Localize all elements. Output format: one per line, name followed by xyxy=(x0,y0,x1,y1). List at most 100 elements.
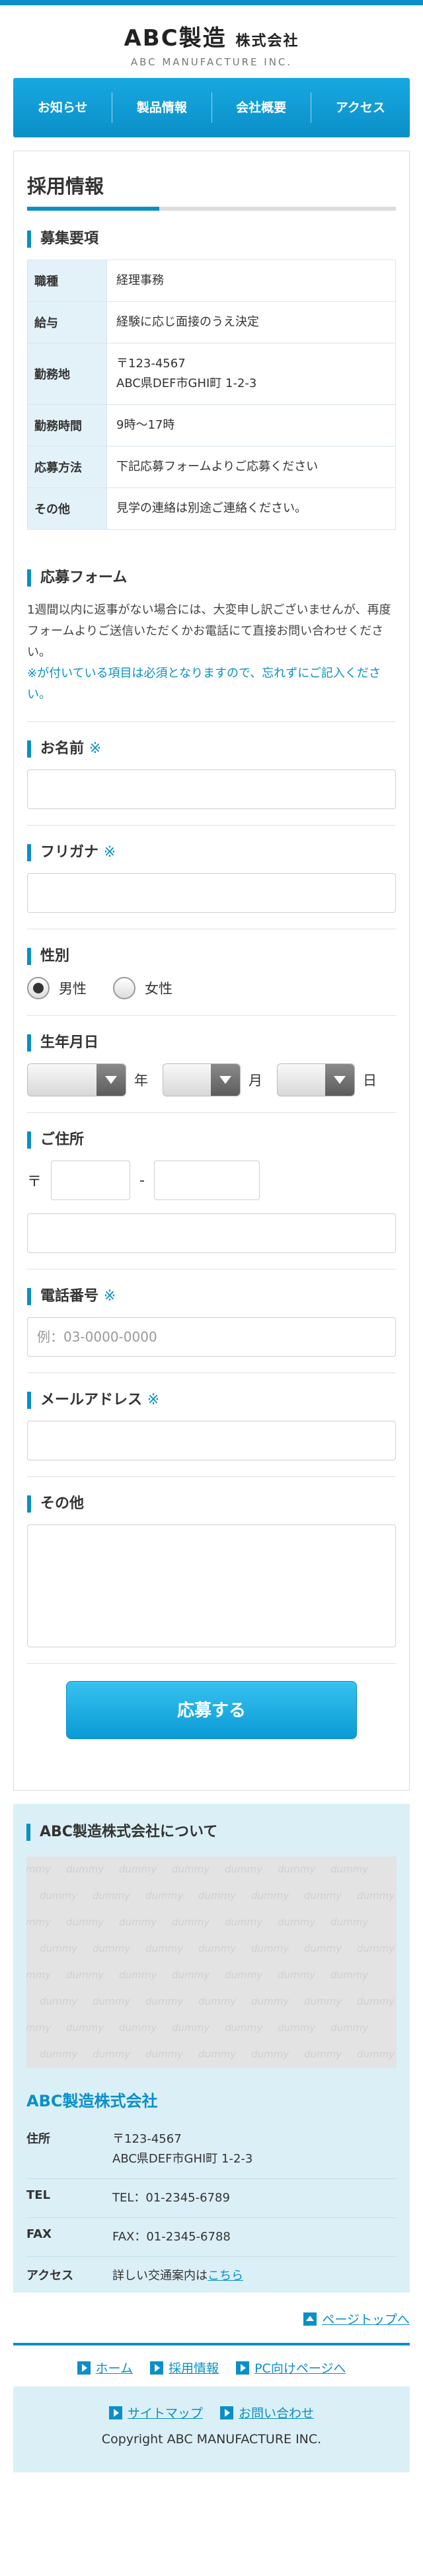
dummy-watermark-text: dummy xyxy=(93,1890,131,1902)
top-accent-bar xyxy=(0,0,423,5)
footer-link-sitemap[interactable]: サイトマップ xyxy=(108,2406,203,2421)
name-input[interactable] xyxy=(27,769,396,809)
dummy-watermark-text: dummy xyxy=(40,1890,78,1902)
address-input[interactable] xyxy=(27,1213,396,1253)
row-label: 住所 xyxy=(26,2120,112,2179)
dummy-watermark-text: dummy xyxy=(330,1969,369,1981)
row-label: 職種 xyxy=(27,260,107,302)
dummy-watermark-text: dummy xyxy=(66,2022,104,2034)
birthdate-label: 生年月日 xyxy=(27,1034,396,1052)
dummy-watermark-text: dummy xyxy=(251,1890,289,1902)
footer-nav-recruit[interactable]: 採用情報 xyxy=(150,2361,219,2376)
chevron-down-icon[interactable] xyxy=(325,1064,354,1096)
company-heading: ABC製造株式会社について xyxy=(26,1824,397,1841)
birth-year-select[interactable] xyxy=(27,1063,126,1096)
row-label: 勤務地 xyxy=(27,343,107,405)
dummy-watermark-text: dummy xyxy=(357,2048,395,2060)
dummy-watermark-text: dummy xyxy=(145,1890,184,1902)
dummy-watermark-text: dummy xyxy=(172,1916,210,1928)
gender-label: 性別 xyxy=(27,948,396,965)
email-field-group: メールアドレス ※ xyxy=(27,1373,396,1460)
gender-radio-female[interactable]: 女性 xyxy=(113,977,173,999)
gender-radio-male[interactable]: 男性 xyxy=(27,977,87,999)
postal-separator: - xyxy=(139,1172,145,1189)
chevron-down-icon[interactable] xyxy=(211,1064,240,1096)
name-label: お名前 ※ xyxy=(27,740,396,758)
table-row: 住所 〒123-4567 ABC県DEF市GHI町 1-2-3 xyxy=(26,2120,397,2179)
requirements-heading: 募集要項 xyxy=(27,231,396,248)
row-value: 〒123-4567 ABC県DEF市GHI町 1-2-3 xyxy=(106,343,396,405)
access-link[interactable]: こちら xyxy=(208,2269,243,2283)
birth-month-select[interactable] xyxy=(163,1063,241,1096)
submit-area: 応募する xyxy=(27,1663,396,1739)
dummy-watermark-text: dummy xyxy=(26,1863,52,1875)
submit-button[interactable]: 応募する xyxy=(66,1681,357,1739)
gender-field-group: 性別 男性 女性 xyxy=(27,929,396,999)
dummy-watermark-text: dummy xyxy=(172,1969,210,1981)
site-logo[interactable]: ABC製造 株式会社 ABC MANUFACTURE INC. xyxy=(0,5,423,78)
postal-code-1-input[interactable] xyxy=(51,1161,131,1200)
address-label: ご住所 xyxy=(27,1131,396,1149)
footer-nav: ホーム 採用情報 PC向けページへ xyxy=(13,2343,410,2382)
company-info-table: 住所 〒123-4567 ABC県DEF市GHI町 1-2-3 TEL TEL：01-… xyxy=(26,2120,397,2295)
address-line: ABC県DEF市GHI町 1-2-3 xyxy=(116,376,257,390)
dummy-watermark-text: dummy xyxy=(172,2022,210,2034)
nav-item-news[interactable]: お知らせ xyxy=(13,92,112,123)
nav-item-company[interactable]: 会社概要 xyxy=(211,92,311,123)
dummy-watermark-text: dummy xyxy=(119,1916,157,1928)
row-label: 応募方法 xyxy=(27,446,107,488)
nav-item-access[interactable]: アクセス xyxy=(310,92,410,123)
row-label: FAX xyxy=(26,2217,112,2257)
arrow-right-icon xyxy=(220,2406,234,2419)
dummy-watermark-text: dummy xyxy=(278,1916,316,1928)
form-heading: 応募フォーム xyxy=(27,569,396,587)
row-value: TEL：01-2345-6789 xyxy=(112,2178,397,2218)
company-name: ABC製造株式会社 xyxy=(26,2092,158,2110)
dummy-watermark-text: dummy xyxy=(172,1863,210,1875)
dummy-watermark-text: dummy xyxy=(304,2048,342,2060)
chevron-down-icon[interactable] xyxy=(96,1064,126,1096)
address-field-group: ご住所 〒 - xyxy=(27,1112,396,1253)
email-label: メールアドレス ※ xyxy=(27,1392,396,1409)
row-value: 詳しい交通案内はこちら xyxy=(112,2269,243,2283)
address-line: ABC県DEF市GHI町 1-2-3 xyxy=(112,2152,253,2166)
other-textarea[interactable] xyxy=(27,1524,396,1647)
row-value: 9時〜17時 xyxy=(106,404,396,447)
row-label: アクセス xyxy=(26,2269,74,2283)
dummy-watermark-text: dummy xyxy=(225,1863,263,1875)
dummy-watermark-text: dummy xyxy=(225,1969,263,1981)
radio-selected-icon[interactable] xyxy=(27,977,50,999)
arrow-right-icon xyxy=(108,2406,122,2419)
radio-unselected-icon[interactable] xyxy=(113,977,135,999)
page-top-link[interactable]: ページトップへ xyxy=(0,2310,410,2336)
arrow-right-icon xyxy=(150,2361,164,2375)
email-input[interactable] xyxy=(27,1421,396,1460)
nav-item-products[interactable]: 製品情報 xyxy=(112,92,211,123)
dummy-watermark-text: dummy xyxy=(198,1943,237,1954)
footer-nav-pc[interactable]: PC向けページへ xyxy=(236,2361,346,2376)
dummy-watermark-text: dummy xyxy=(251,1995,289,2007)
dummy-watermark-text: dummy xyxy=(357,1995,395,2007)
footer-nav-home[interactable]: ホーム xyxy=(77,2361,133,2376)
birth-day-select[interactable] xyxy=(277,1063,355,1096)
company-section: ABC製造株式会社について dummy dummy dummy dummy dummy d… xyxy=(13,1804,410,2293)
dummy-watermark-text: dummy xyxy=(40,1995,78,2007)
dummy-watermark-text: dummy xyxy=(145,1995,184,2007)
form-intro-text: 1週間以内に返事がない場合には、大変申し訳ございませんが、再度フォームよりご送信… xyxy=(27,603,391,659)
dummy-watermark-text: dummy xyxy=(66,1969,104,1981)
dummy-watermark-text: dummy xyxy=(93,1943,131,1954)
dummy-watermark-text: dummy xyxy=(225,1916,263,1928)
postal-code: 〒123-4567 xyxy=(112,2132,182,2146)
kana-input[interactable] xyxy=(27,873,396,913)
table-row: 勤務時間 9時〜17時 xyxy=(27,404,396,447)
footer-link-contact[interactable]: お問い合わせ xyxy=(220,2406,314,2421)
dummy-watermark-text: dummy xyxy=(251,2048,289,2060)
phone-input[interactable]: 例：03-0000-0000 xyxy=(27,1317,396,1357)
other-field-group: その他 xyxy=(27,1476,396,1647)
dummy-watermark-text: dummy xyxy=(357,1943,395,1954)
row-value: FAX：01-2345-6788 xyxy=(112,2217,397,2257)
dummy-watermark-text: dummy xyxy=(93,1995,131,2007)
postal-code-2-input[interactable] xyxy=(153,1161,260,1200)
row-value: 下記応募フォームよりご応募ください xyxy=(106,446,396,488)
dummy-watermark-text: dummy xyxy=(278,1863,316,1875)
